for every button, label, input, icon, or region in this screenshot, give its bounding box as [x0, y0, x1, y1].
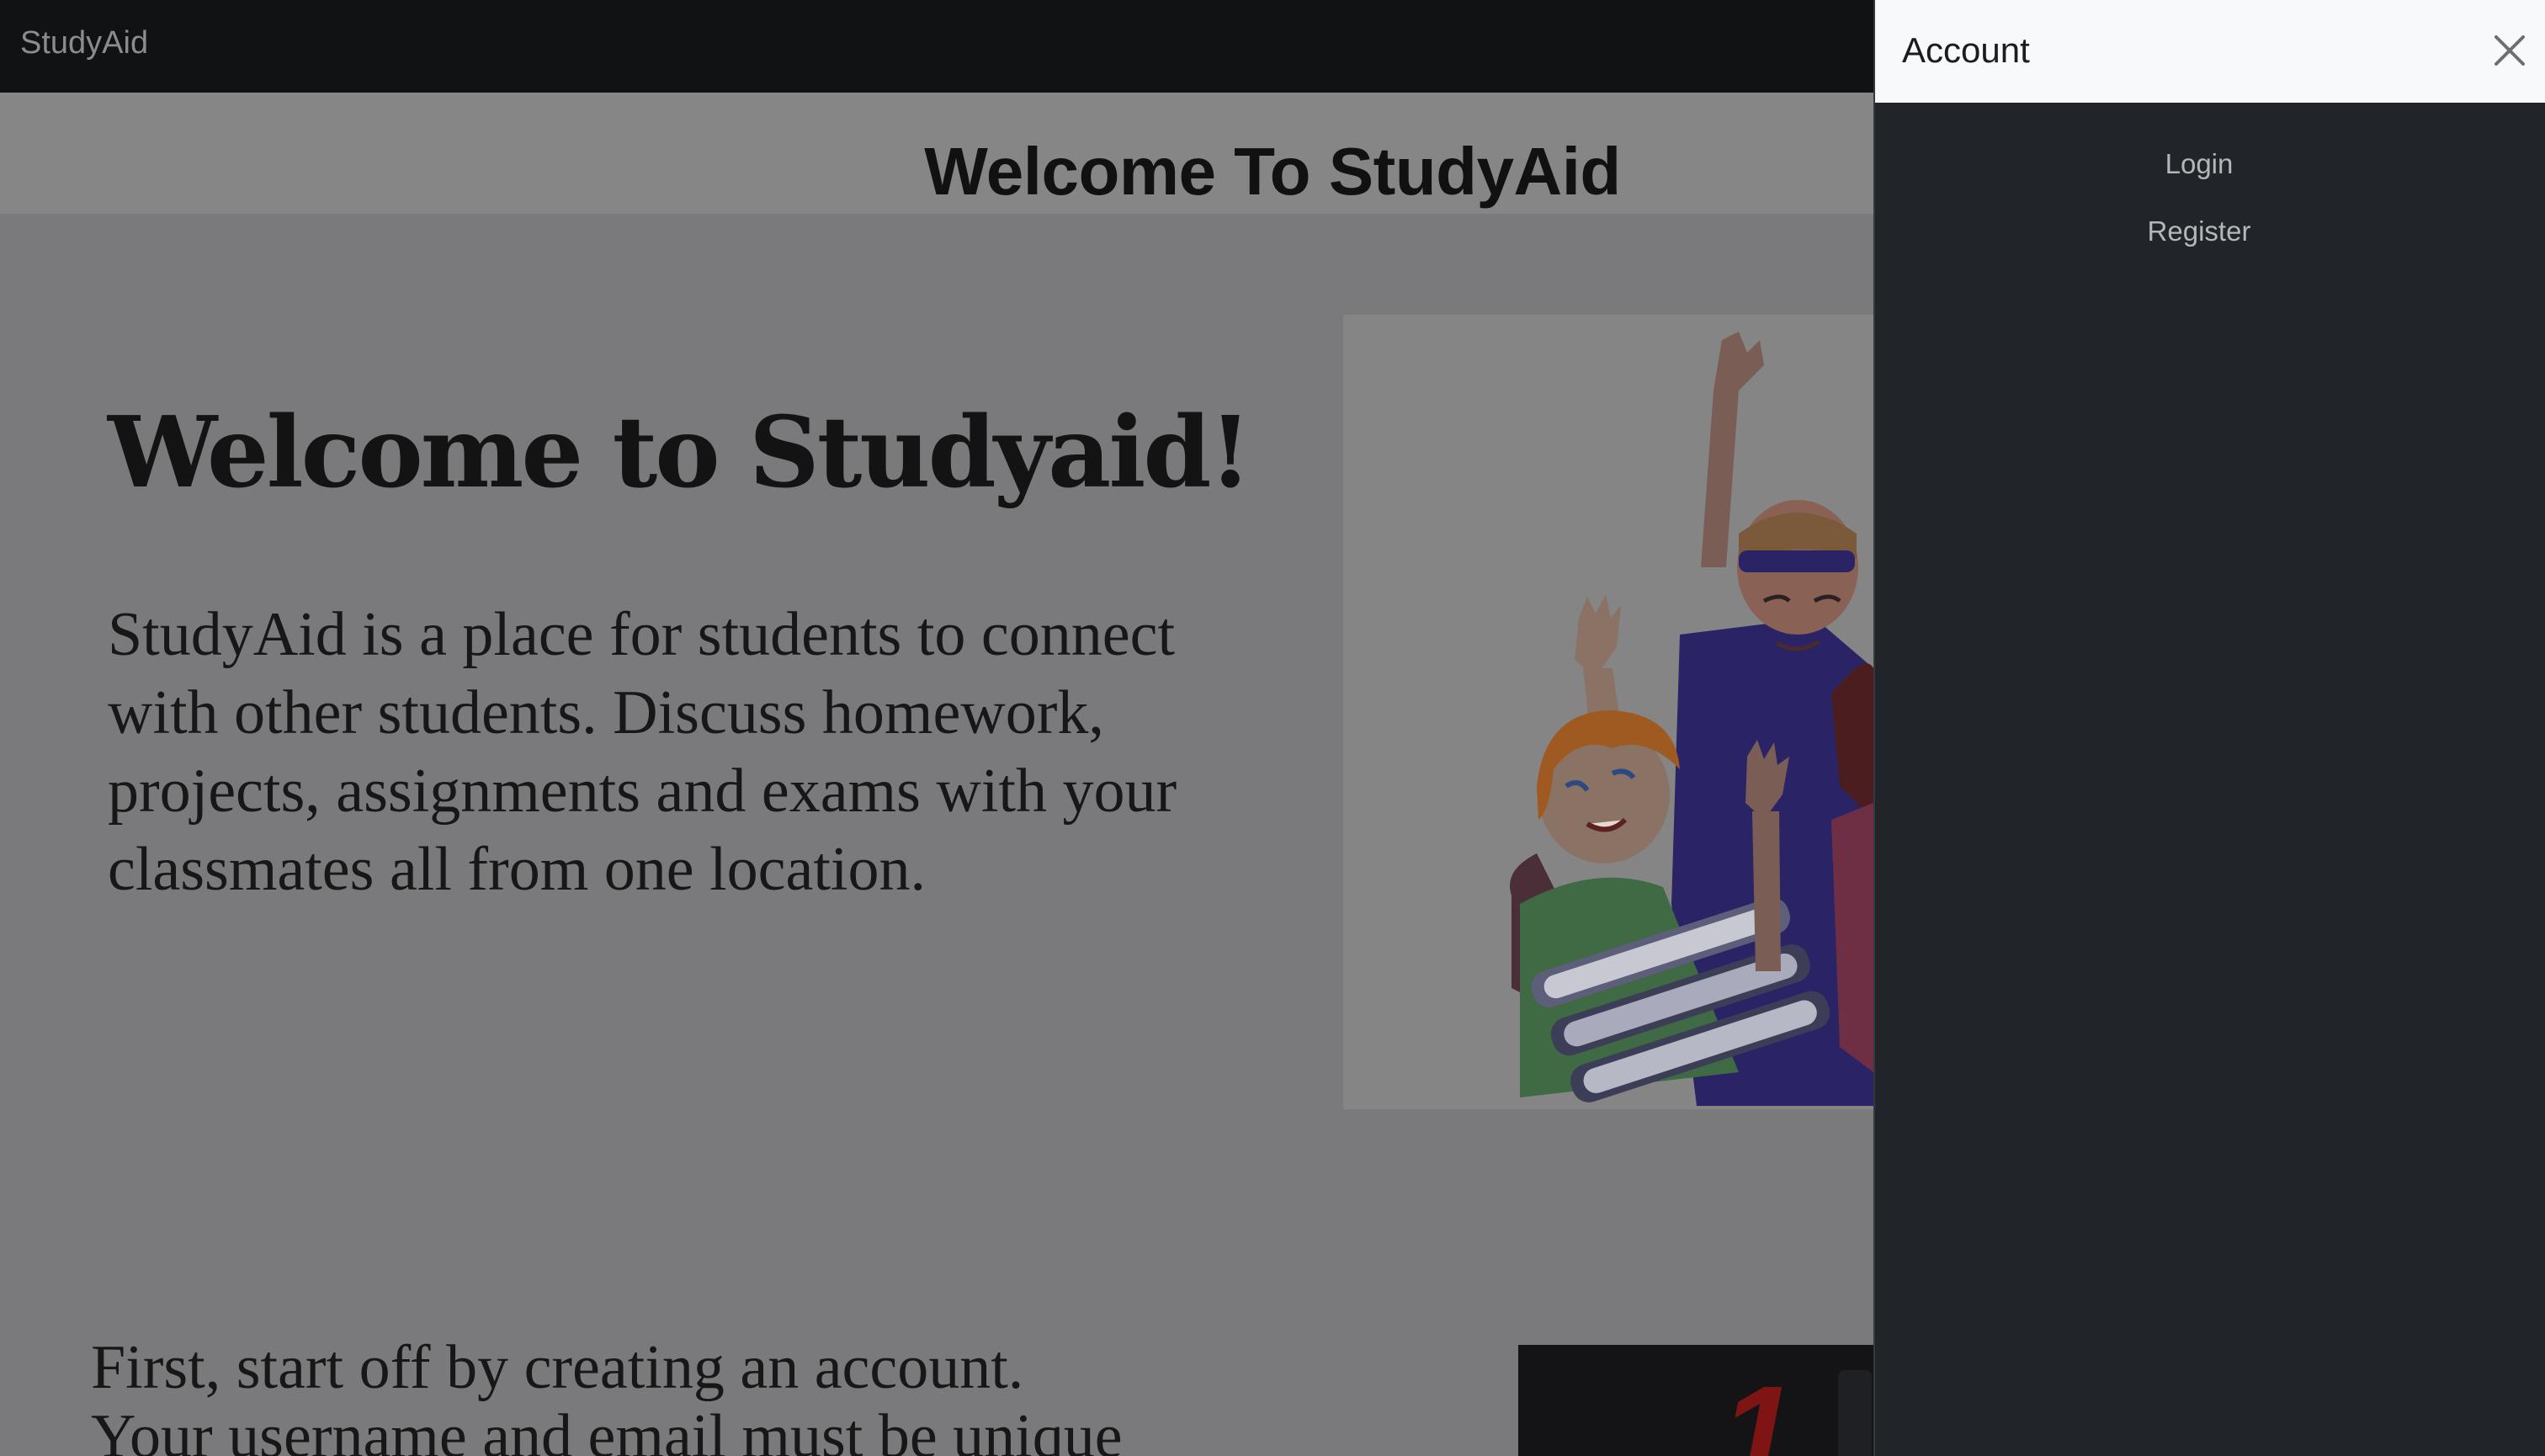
hero-heading: Welcome to Studyaid! — [108, 396, 1251, 510]
navbar-brand[interactable]: StudyAid — [20, 25, 148, 61]
students-illustration — [1343, 315, 1873, 1109]
offcanvas-header: Account — [1875, 0, 2545, 103]
students-illustration-drawing — [1510, 332, 1873, 1106]
account-offcanvas: Account Login Register — [1873, 0, 2545, 1456]
close-button[interactable] — [2484, 25, 2535, 76]
step-one-line-1: First, start off by creating an account. — [91, 1333, 1024, 1402]
close-icon — [2495, 35, 2525, 66]
offcanvas-title: Account — [1902, 30, 2030, 70]
step-one-line-2: Your username and email must be unique — [91, 1402, 1123, 1456]
step-one-number-graphic: 1. — [1720, 1358, 1872, 1456]
step-one-text: First, start off by creating an account.… — [91, 1333, 1437, 1456]
step-one-image: 1. — [1518, 1345, 1873, 1456]
register-link[interactable]: Register — [1875, 215, 2523, 247]
hero-description: StudyAid is a place for students to conn… — [108, 600, 1177, 904]
login-link[interactable]: Login — [1875, 148, 2523, 180]
step-one-number: 1. — [1720, 1358, 1832, 1456]
